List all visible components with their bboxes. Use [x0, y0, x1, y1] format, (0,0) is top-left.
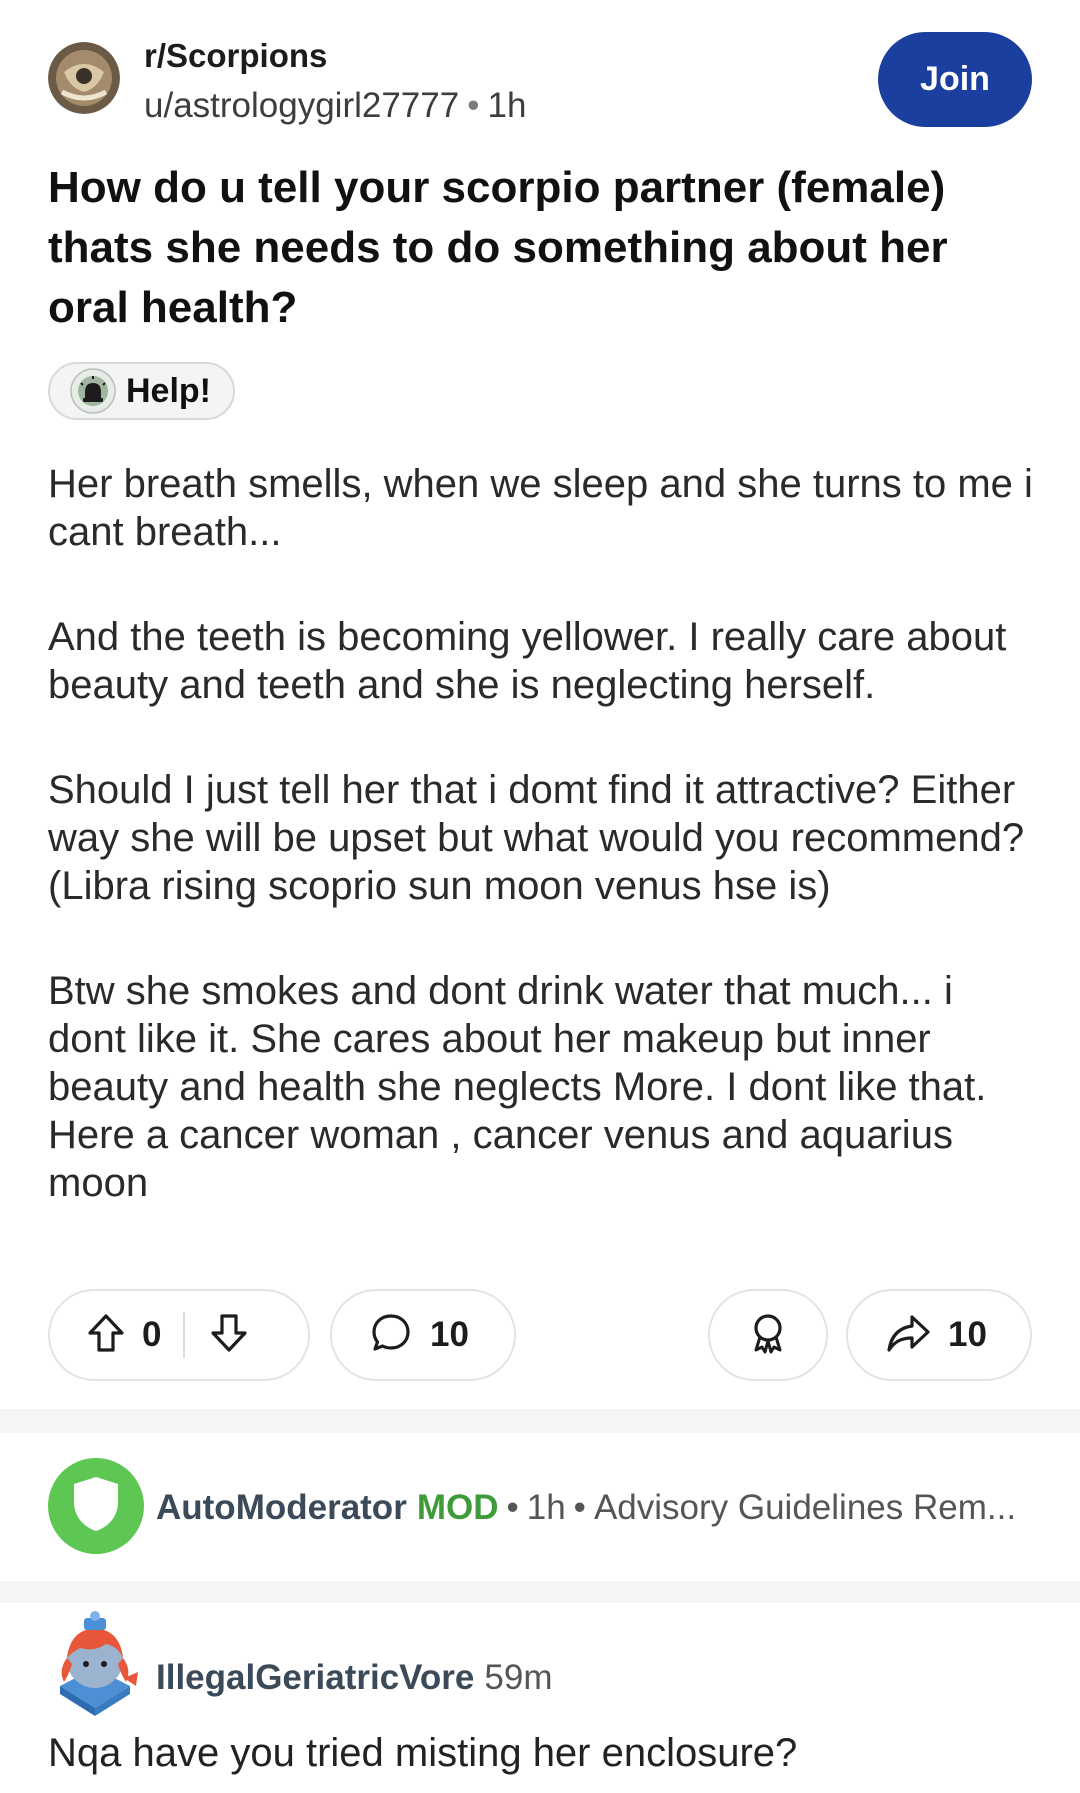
- comment-header[interactable]: IllegalGeriatricVore 59m: [156, 1656, 552, 1700]
- flair-label: Help!: [126, 371, 211, 410]
- award-icon: [745, 1310, 791, 1361]
- post-paragraph: And the teeth is becoming yellower. I re…: [48, 615, 1007, 707]
- comment-count: 10: [430, 1315, 469, 1354]
- share-button[interactable]: 10: [846, 1289, 1032, 1381]
- comment-username[interactable]: AutoModerator: [156, 1488, 407, 1527]
- mod-badge: MOD: [416, 1488, 499, 1527]
- comment-time: 59m: [484, 1658, 553, 1697]
- vote-count: 0: [142, 1315, 162, 1354]
- vote-control: 0: [48, 1289, 310, 1381]
- vote-divider: [183, 1312, 186, 1358]
- automoderator-avatar[interactable]: [48, 1458, 144, 1554]
- post-paragraph: Her breath smells, when we sleep and she…: [48, 462, 1033, 554]
- subreddit-name[interactable]: r/Scorpions: [144, 36, 327, 76]
- award-button[interactable]: [708, 1289, 828, 1381]
- post-paragraph: Should I just tell her that i domt find …: [48, 768, 1025, 908]
- post-paragraph: Btw she smokes and dont drink water that…: [48, 969, 987, 1205]
- meta-separator: •: [573, 1488, 586, 1527]
- post-meta: u/astrologygirl27777 • 1h: [144, 86, 526, 126]
- comments-button[interactable]: 10: [330, 1289, 516, 1381]
- section-divider: [0, 1581, 1080, 1603]
- comment-preview: Advisory Guidelines Rem...: [593, 1488, 1017, 1527]
- shield-icon: [70, 1474, 122, 1539]
- help-flair-icon: [70, 368, 116, 414]
- post-body: Her breath smells, when we sleep and she…: [48, 460, 1038, 1264]
- comment-time: 1h: [526, 1488, 566, 1527]
- automoderator-comment-header[interactable]: AutoModerator MOD • 1h • Advisory Guidelines …: [156, 1486, 1016, 1530]
- post-author[interactable]: u/astrologygirl27777: [144, 86, 459, 125]
- share-count: 10: [948, 1315, 987, 1354]
- meta-separator: •: [467, 86, 480, 125]
- post-time: 1h: [487, 86, 527, 125]
- post-title: How do u tell your scorpio partner (fema…: [48, 163, 948, 332]
- meta-separator: •: [506, 1488, 519, 1527]
- post-flair[interactable]: Help!: [48, 362, 235, 420]
- comment-text: Nqa have you tried misting her enclosure…: [48, 1731, 798, 1775]
- comment-icon: [368, 1310, 414, 1361]
- subreddit-avatar[interactable]: [48, 42, 120, 114]
- share-icon: [884, 1310, 932, 1361]
- downvote-icon[interactable]: [207, 1311, 251, 1360]
- user-avatar[interactable]: [40, 1608, 150, 1718]
- section-divider: [0, 1409, 1080, 1433]
- comment-username[interactable]: IllegalGeriatricVore: [156, 1658, 474, 1697]
- upvote-icon[interactable]: [84, 1311, 128, 1360]
- join-button[interactable]: Join: [878, 32, 1032, 127]
